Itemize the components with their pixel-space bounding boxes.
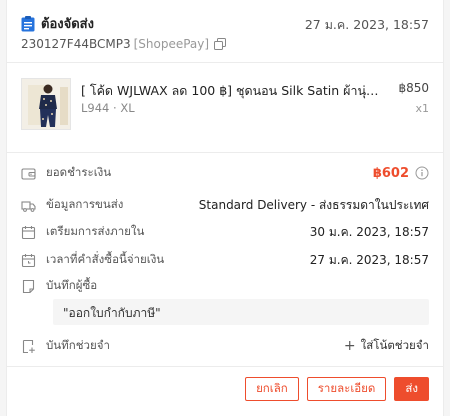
detail-button[interactable]: รายละเอียด bbox=[306, 377, 387, 401]
product-variant: L944 · XL bbox=[81, 101, 135, 115]
product-item[interactable]: [ โค้ด WJLWAX ลด 100 ฿] ชุดนอน Silk Sati… bbox=[21, 78, 429, 134]
total-row: ยอดชำระเงิน ฿602 bbox=[21, 163, 429, 183]
clipboard-icon bbox=[21, 15, 35, 31]
add-note-button[interactable]: + ใส่โน้ตช่วยจำ bbox=[344, 337, 429, 355]
note-icon bbox=[22, 279, 35, 293]
add-note-label: ใส่โน้ตช่วยจำ bbox=[360, 338, 429, 352]
order-date: 27 ม.ค. 2023, 18:57 bbox=[304, 17, 429, 32]
buyer-note-box: "ออกใบกำกับภาษี" bbox=[53, 299, 429, 325]
action-bar: ยกเลิก รายละเอียด ส่ง bbox=[245, 377, 429, 401]
note-add-icon bbox=[22, 339, 35, 353]
wallet-icon bbox=[21, 167, 36, 180]
shipping-label: ข้อมูลการขนส่ง bbox=[46, 197, 124, 211]
ship-button[interactable]: ส่ง bbox=[394, 377, 429, 401]
product-thumbnail[interactable] bbox=[21, 78, 71, 130]
divider bbox=[7, 366, 443, 367]
product-quantity: x1 bbox=[415, 102, 429, 115]
truck-icon bbox=[21, 200, 36, 212]
paid-row: เวลาที่คำสั่งซื้อนี้จ่ายเงิน 27 ม.ค. 202… bbox=[21, 250, 429, 270]
paid-value: 27 ม.ค. 2023, 18:57 bbox=[309, 252, 429, 267]
paid-label: เวลาที่คำสั่งซื้อนี้จ่ายเงิน bbox=[46, 252, 165, 266]
buyer-note-label: บันทึกผู้ซื้อ bbox=[46, 278, 98, 292]
order-header: ต้องจัดส่ง 27 ม.ค. 2023, 18:57 230127F44… bbox=[7, 0, 443, 62]
shipping-value: Standard Delivery - ส่งธรรมดาในประเทศ bbox=[198, 197, 429, 212]
divider bbox=[7, 62, 443, 63]
order-sn: 230127F44BCMP3 bbox=[21, 37, 131, 51]
product-image bbox=[22, 79, 70, 129]
prepare-label: เตรียมการส่งภายใน bbox=[46, 224, 145, 238]
calendar-icon bbox=[21, 225, 36, 239]
product-price: ฿850 bbox=[398, 81, 429, 95]
order-status-label: ต้องจัดส่ง bbox=[41, 17, 94, 32]
buyer-note-row: บันทึกผู้ซื้อ bbox=[21, 276, 429, 296]
product-name[interactable]: [ โค้ด WJLWAX ลด 100 ฿] ชุดนอน Silk Sati… bbox=[81, 81, 381, 101]
divider bbox=[7, 152, 443, 153]
prepare-value: 30 ม.ค. 2023, 18:57 bbox=[309, 224, 429, 239]
total-label: ยอดชำระเงิน bbox=[46, 165, 112, 179]
helper-note-label: บันทึกช่วยจำ bbox=[46, 338, 110, 352]
shipping-row: ข้อมูลการขนส่ง Standard Delivery - ส่งธร… bbox=[21, 195, 429, 215]
calendar-clock-icon bbox=[21, 253, 36, 267]
total-value: ฿602 bbox=[372, 165, 409, 181]
prepare-row: เตรียมการส่งภายใน 30 ม.ค. 2023, 18:57 bbox=[21, 222, 429, 242]
plus-icon: + bbox=[343, 338, 356, 354]
order-sn-row: 230127F44BCMP3 [ShopeePay] bbox=[21, 37, 227, 51]
order-card: ต้องจัดส่ง 27 ม.ค. 2023, 18:57 230127F44… bbox=[6, 0, 444, 416]
order-status: ต้องจัดส่ง bbox=[21, 13, 94, 34]
cancel-button[interactable]: ยกเลิก bbox=[245, 377, 299, 401]
copy-icon[interactable] bbox=[214, 38, 227, 50]
payment-method-tag: [ShopeePay] bbox=[133, 37, 210, 51]
info-icon[interactable] bbox=[415, 166, 429, 180]
